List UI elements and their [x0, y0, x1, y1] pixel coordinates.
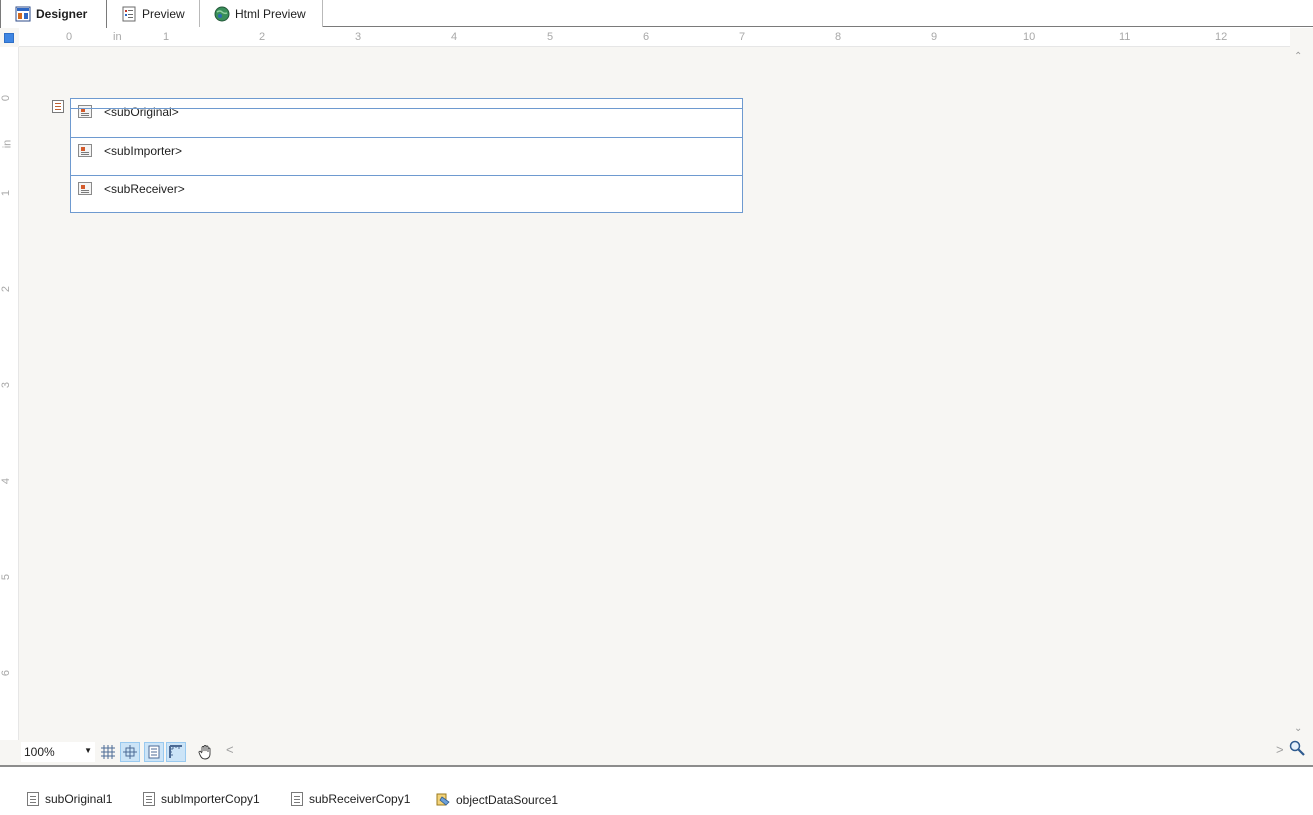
ruler-tick: 2: [259, 31, 266, 43]
magnifier-icon[interactable]: [1289, 740, 1307, 758]
ruler-tick: 5: [0, 573, 13, 581]
band-divider: [71, 108, 742, 109]
band-selector-icon[interactable]: [52, 100, 64, 113]
subreport-label: <subReceiver>: [104, 182, 185, 196]
scroll-down-icon[interactable]: ⌄: [1294, 723, 1302, 734]
ruler-tick: 7: [739, 31, 746, 43]
hand-icon[interactable]: [195, 742, 215, 762]
tab-designer[interactable]: Designer: [0, 0, 107, 28]
ruler-unit: in: [1, 139, 14, 149]
report-icon: [143, 792, 155, 806]
tray-item-objectdatasource1[interactable]: objectDataSource1: [436, 792, 558, 807]
ruler-icon[interactable]: [166, 742, 186, 762]
vertical-ruler: 0 in 1 2 3 4 5 6: [0, 47, 19, 741]
tab-designer-label: Designer: [36, 7, 88, 21]
tray-item-label: subOriginal1: [45, 792, 113, 806]
chevron-down-icon[interactable]: ▼: [84, 746, 92, 755]
vertical-scrollbar[interactable]: ⌃ ⌄: [1290, 47, 1308, 741]
grid-icon[interactable]: [98, 742, 118, 762]
subreport-icon: [78, 144, 92, 157]
view-tab-strip: Designer Preview Html Preview: [0, 0, 1313, 28]
ruler-tick: 5: [547, 31, 554, 43]
datasource-icon: [436, 792, 450, 807]
ruler-corner-button[interactable]: [4, 33, 14, 43]
tray-item-subimportercopy1[interactable]: subImporterCopy1: [143, 792, 260, 806]
tray-item-label: objectDataSource1: [456, 792, 559, 807]
ruler-tick: 1: [0, 189, 13, 197]
ruler-tick: 9: [931, 31, 938, 43]
report-icon: [291, 792, 303, 806]
ruler-unit: in: [113, 31, 122, 43]
tray-item-label: subImporterCopy1: [161, 792, 260, 806]
ruler-tick: 6: [0, 669, 13, 677]
designer-toolbar: 100% ▼ < >: [0, 740, 1313, 765]
globe-icon: [214, 6, 230, 22]
ruler-tick: 12: [1215, 31, 1228, 43]
ruler-tick: 10: [1023, 31, 1036, 43]
tab-preview-label: Preview: [142, 6, 185, 21]
component-tray: subOriginal1 subImporterCopy1 subReceive…: [0, 765, 1313, 815]
ruler-tick: 0: [66, 31, 73, 43]
tab-html-preview-label: Html Preview: [235, 6, 306, 21]
ruler-tick: 3: [355, 31, 362, 43]
ruler-tick: 11: [1119, 31, 1131, 43]
subreport-original[interactable]: <subOriginal>: [71, 99, 742, 137]
subreport-icon: [78, 105, 92, 118]
ruler-tick: 2: [0, 285, 13, 293]
report-design-surface[interactable]: 0 in 1 2 3 4 5 6 7 8 9 10 11 12 0 in 1 2…: [0, 28, 1313, 765]
subreport-icon: [78, 182, 92, 195]
ruler-tick: 6: [643, 31, 650, 43]
zoom-select[interactable]: 100% ▼: [21, 742, 95, 762]
snap-icon[interactable]: [120, 742, 140, 762]
ruler-tick: 1: [163, 31, 170, 43]
page-icon[interactable]: [144, 742, 164, 762]
scroll-right-icon[interactable]: >: [1276, 742, 1284, 757]
report-icon: [27, 792, 39, 806]
detail-band[interactable]: <subOriginal> <subImporter> <subReceiver…: [70, 98, 743, 213]
scroll-up-icon[interactable]: ⌃: [1294, 51, 1302, 62]
tray-item-subreceivercopy1[interactable]: subReceiverCopy1: [291, 792, 410, 806]
tray-item-suboriginal1[interactable]: subOriginal1: [27, 792, 112, 806]
preview-icon: [121, 6, 137, 22]
ruler-tick: 4: [451, 31, 458, 43]
scroll-left-icon[interactable]: <: [226, 742, 234, 757]
tab-html-preview[interactable]: Html Preview: [200, 0, 323, 27]
subreport-importer[interactable]: <subImporter>: [71, 137, 742, 175]
zoom-value: 100%: [24, 745, 55, 759]
ruler-tick: 0: [0, 94, 13, 102]
designer-icon: [15, 6, 31, 22]
ruler-tick: 8: [835, 31, 842, 43]
subreport-receiver[interactable]: <subReceiver>: [71, 175, 742, 213]
horizontal-ruler: 0 in 1 2 3 4 5 6 7 8 9 10 11 12: [19, 28, 1290, 47]
tab-preview[interactable]: Preview: [107, 0, 200, 27]
ruler-tick: 4: [0, 477, 13, 485]
subreport-label: <subImporter>: [104, 144, 183, 158]
ruler-tick: 3: [0, 381, 13, 389]
tray-item-label: subReceiverCopy1: [309, 792, 411, 806]
